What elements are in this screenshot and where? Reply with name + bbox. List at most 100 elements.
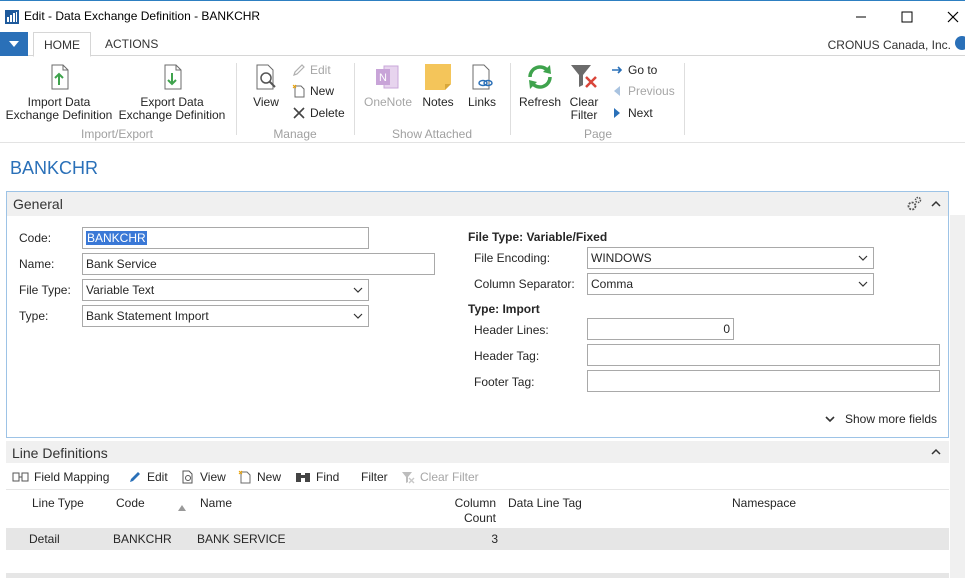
goto-arrow-icon bbox=[612, 66, 623, 74]
pencil-icon bbox=[130, 472, 140, 482]
previous-arrow-icon bbox=[614, 86, 620, 96]
line-definitions-title: Line Definitions bbox=[12, 445, 108, 461]
group-caption-page: Page bbox=[583, 127, 613, 141]
ribbon-separator bbox=[354, 63, 355, 135]
tab-home[interactable]: HOME bbox=[33, 32, 91, 57]
customize-gear-icon[interactable] bbox=[906, 196, 922, 212]
column-separator-select[interactable]: Comma bbox=[587, 273, 874, 295]
close-icon bbox=[947, 11, 959, 23]
column-separator-value: Comma bbox=[591, 277, 634, 291]
clear-filter-label-2: Filter bbox=[570, 108, 598, 122]
notes-button[interactable]: Notes bbox=[420, 61, 456, 109]
type-label: Type: bbox=[19, 309, 49, 323]
col-namespace[interactable]: Namespace bbox=[732, 496, 796, 511]
name-field[interactable]: Bank Service bbox=[82, 253, 435, 275]
column-separator-label: Column Separator: bbox=[474, 277, 575, 291]
col-column-count-l2: Count bbox=[463, 511, 496, 525]
line-new-label: New bbox=[257, 470, 282, 484]
clear-filter-button[interactable]: Clear Filter bbox=[566, 61, 602, 122]
col-name[interactable]: Name bbox=[200, 496, 232, 511]
export-definition-button[interactable]: Export Data Exchange Definition bbox=[117, 61, 227, 122]
footer-tag-field[interactable] bbox=[587, 370, 940, 392]
import-label-2: Exchange Definition bbox=[5, 108, 113, 122]
line-actions-bar: Field Mapping Edit View New Find Filter … bbox=[6, 465, 949, 489]
chevron-down-icon bbox=[353, 287, 363, 293]
view-button[interactable]: View bbox=[248, 61, 284, 109]
file-encoding-label: File Encoding: bbox=[474, 251, 551, 265]
header-tag-field[interactable] bbox=[587, 344, 940, 366]
line-find-button[interactable]: Find bbox=[295, 470, 339, 484]
footer-tag-label: Footer Tag: bbox=[474, 375, 535, 389]
goto-button[interactable]: Go to bbox=[610, 61, 657, 79]
chevron-down-icon bbox=[858, 255, 868, 261]
delete-button[interactable]: Delete bbox=[292, 104, 345, 122]
ribbon-separator bbox=[236, 63, 237, 135]
general-title: General bbox=[13, 196, 63, 212]
chevron-down-icon bbox=[9, 41, 19, 47]
collapse-chevron-icon[interactable] bbox=[931, 448, 941, 456]
close-button[interactable] bbox=[930, 5, 965, 29]
col-code[interactable]: Code bbox=[116, 496, 145, 511]
line-filter-button[interactable]: Filter bbox=[361, 470, 388, 484]
ribbon-tab-row: HOME ACTIONS CRONUS Canada, Inc. bbox=[0, 32, 965, 57]
window-title: Edit - Data Exchange Definition - BANKCH… bbox=[24, 9, 261, 23]
show-more-label: Show more fields bbox=[845, 412, 938, 426]
general-header[interactable]: General bbox=[7, 192, 948, 216]
file-type-value: Variable Text bbox=[86, 283, 155, 297]
help-icon[interactable] bbox=[955, 36, 965, 50]
header-lines-value: 0 bbox=[723, 322, 730, 336]
previous-button[interactable]: Previous bbox=[610, 82, 675, 100]
line-edit-button[interactable]: Edit bbox=[128, 470, 168, 484]
company-name[interactable]: CRONUS Canada, Inc. bbox=[828, 38, 951, 52]
delete-label: Delete bbox=[310, 106, 345, 120]
import-definition-button[interactable]: Import Data Exchange Definition bbox=[4, 61, 114, 122]
horizontal-scrollbar[interactable] bbox=[6, 573, 949, 578]
file-encoding-select[interactable]: WINDOWS bbox=[587, 247, 874, 269]
file-type-label: File Type: bbox=[19, 283, 71, 297]
show-more-fields-link[interactable]: Show more fields bbox=[825, 412, 937, 426]
group-import-export: Import Data Exchange Definition Export D… bbox=[0, 57, 234, 143]
name-label: Name: bbox=[19, 257, 55, 271]
title-bar: Edit - Data Exchange Definition - BANKCH… bbox=[0, 0, 965, 32]
col-line-type[interactable]: Line Type bbox=[32, 496, 84, 511]
export-file-icon bbox=[164, 64, 182, 90]
edit-button[interactable]: Edit bbox=[292, 61, 331, 79]
code-field[interactable]: BANKCHR bbox=[82, 227, 369, 249]
table-row[interactable]: Detail BANKCHR BANK SERVICE 3 bbox=[6, 528, 949, 550]
vertical-scrollbar[interactable] bbox=[950, 215, 965, 578]
goto-label: Go to bbox=[628, 63, 658, 77]
maximize-button[interactable] bbox=[884, 5, 930, 29]
maximize-icon bbox=[901, 11, 913, 23]
type-select[interactable]: Bank Statement Import bbox=[82, 305, 369, 327]
line-view-button[interactable]: View bbox=[181, 470, 226, 484]
header-lines-field[interactable]: 0 bbox=[587, 318, 734, 340]
previous-label: Previous bbox=[628, 84, 675, 98]
code-label: Code: bbox=[19, 231, 52, 245]
collapse-chevron-icon[interactable] bbox=[931, 200, 941, 208]
field-mapping-button[interactable]: Field Mapping bbox=[12, 470, 109, 484]
links-button[interactable]: Links bbox=[464, 61, 500, 109]
col-column-count[interactable]: Column Count bbox=[436, 496, 496, 526]
pencil-icon bbox=[293, 64, 305, 76]
refresh-icon bbox=[528, 65, 552, 89]
line-definitions-header[interactable]: Line Definitions bbox=[6, 441, 949, 463]
col-data-line-tag[interactable]: Data Line Tag bbox=[508, 496, 582, 511]
tab-actions[interactable]: ACTIONS bbox=[95, 32, 168, 56]
notes-label: Notes bbox=[422, 95, 454, 109]
general-fasttab: General Code: BANKCHR Name: Bank Service… bbox=[6, 191, 949, 438]
line-new-button[interactable]: New bbox=[238, 470, 281, 484]
line-clear-filter-button[interactable]: Clear Filter bbox=[401, 470, 479, 484]
onenote-button[interactable]: N OneNote bbox=[362, 61, 414, 109]
application-menu-button[interactable] bbox=[0, 32, 28, 56]
new-document-icon bbox=[292, 84, 305, 98]
minimize-button[interactable] bbox=[838, 5, 884, 29]
refresh-button[interactable]: Refresh bbox=[518, 61, 562, 109]
group-caption-manage: Manage bbox=[273, 127, 317, 141]
new-button[interactable]: New bbox=[292, 82, 334, 100]
next-button[interactable]: Next bbox=[610, 104, 653, 122]
type-group-label: Type: Import bbox=[468, 302, 540, 316]
links-icon bbox=[472, 64, 493, 90]
sort-ascending-icon bbox=[178, 505, 186, 511]
file-type-select[interactable]: Variable Text bbox=[82, 279, 369, 301]
binoculars-icon bbox=[296, 473, 310, 482]
